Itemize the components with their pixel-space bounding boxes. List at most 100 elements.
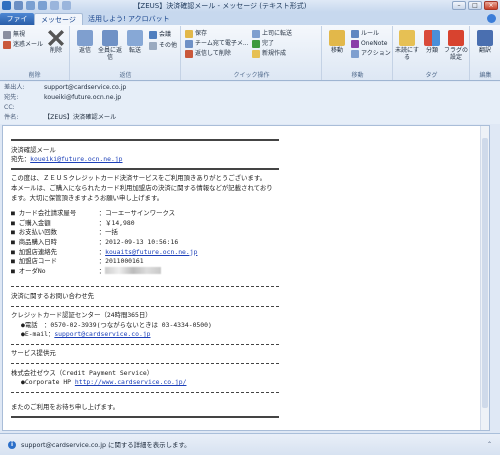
meeting-button[interactable]: 会議 — [149, 30, 171, 39]
move-button[interactable]: 移動 — [325, 30, 349, 54]
reply-button[interactable]: 返信 — [73, 30, 97, 54]
email-body: 決済確認メール 宛先：koueiki@future.ocn.ne.jp この度は… — [11, 136, 279, 423]
cc-row: CC: — [4, 103, 44, 113]
actions-icon — [351, 49, 359, 58]
more-respond-button[interactable]: その他 — [149, 41, 177, 50]
detail-label: 加盟店コード — [18, 257, 58, 266]
detail-label: 商品購入日時 — [18, 237, 58, 246]
detail-label: カード会社請求屋号 — [18, 209, 77, 218]
move-folder-icon — [329, 30, 345, 46]
corporate-url-link[interactable]: http://www.cardservice.co.jp/ — [75, 378, 187, 386]
onenote-icon — [351, 39, 359, 48]
separator — [11, 359, 279, 369]
message-body-pane[interactable]: 決済確認メール 宛先：koueiki@future.ocn.ne.jp この度は… — [2, 125, 490, 431]
onenote-button[interactable]: OneNote — [351, 39, 387, 48]
separator — [11, 165, 279, 175]
bullet-icon: ■ — [11, 247, 19, 256]
minimize-button[interactable]: – — [452, 1, 466, 10]
close-button[interactable]: × — [484, 1, 498, 10]
intro-text: 本メールは、ご購入になられたカード利用加盟店の決済に関する情報などが記載されてお… — [11, 183, 273, 202]
quickstep-reply-delete[interactable]: 返信して削除 — [185, 49, 231, 58]
edit-group-label: 編集 — [479, 72, 492, 79]
quickstep-save[interactable]: 保存 — [185, 29, 207, 38]
quickstep-forward-boss[interactable]: 上司に転送 — [252, 29, 292, 38]
subject-row: 件名: 【ZEUS】決済確認メール — [4, 113, 116, 123]
chevron-up-icon[interactable]: ⌃ — [487, 441, 494, 448]
respond-group-label: 返信 — [119, 72, 132, 79]
tags-group-label: タグ — [425, 72, 438, 79]
tags-group: 未読にする 分類 フラグの設定 タグ — [394, 26, 470, 80]
bullet-icon: ■ — [11, 257, 19, 266]
flag-icon — [448, 30, 464, 46]
junk-button[interactable]: 迷惑メール — [3, 40, 43, 49]
categorize-button[interactable]: 分類 — [420, 30, 444, 54]
info-icon: i — [8, 441, 16, 449]
bullet-icon: ■ — [11, 237, 19, 246]
help-icon[interactable] — [487, 14, 496, 23]
maximize-button[interactable]: □ — [468, 1, 482, 10]
payment-detail-row: ■ 加盟店連絡先 ：kouaits@future.ocn.ne.jp — [11, 248, 279, 258]
tab-file[interactable]: ファイル — [0, 13, 34, 35]
detail-value: 一括 — [105, 228, 118, 237]
greeting-text: この度は、ＺＥＵＳクレジットカード決済サービスをご利用頂きありがとうございます。 — [11, 174, 266, 183]
translate-icon — [477, 30, 493, 46]
payment-details-list: ■ カード会社請求屋号 ：コーエーサインワークス ■ ご購入金額 ：￥14,980 ■ … — [11, 209, 279, 276]
subject-value: 【ZEUS】決済確認メール — [44, 114, 117, 121]
checkmark-icon — [252, 39, 260, 48]
provider-name: 株式会社ゼウス（Credit Payment Service） — [11, 368, 154, 377]
quick-steps-group: 保存 上司に転送 チーム宛て電子メ... 完了 返信して削除 新規作成 クイック… — [182, 26, 322, 80]
payment-detail-row: ■ 商品購入日時 ：2012-09-13 10:56:16 — [11, 238, 279, 248]
quickstep-team-email[interactable]: チーム宛て電子メ... — [185, 39, 249, 48]
payment-detail-row: ■ お支払い回数 ：一括 — [11, 228, 279, 238]
scrollbar-thumb[interactable] — [482, 138, 488, 408]
subject-label: 件名: — [4, 114, 19, 121]
mark-unread-button[interactable]: 未読にする — [394, 30, 420, 61]
window-title: 【ZEUS】決済確認メール - メッセージ (テキスト形式) — [133, 2, 307, 10]
actions-button[interactable]: アクション — [351, 49, 391, 58]
translate-button[interactable]: 翻訳 — [473, 30, 497, 54]
rules-icon — [351, 29, 359, 38]
bullet-icon: ■ — [11, 209, 19, 218]
detail-label: 加盟店連絡先 — [18, 247, 58, 256]
from-row: 差出人: support@cardservice.co.jp — [4, 83, 126, 93]
payment-detail-row: ■ カード会社請求屋号 ：コーエーサインワークス — [11, 209, 279, 219]
separator — [11, 302, 279, 312]
detail-value: 2011000161 — [105, 257, 144, 266]
support-email-link[interactable]: support@cardservice.co.jp — [54, 330, 150, 338]
recipient-link[interactable]: koueiki@future.ocn.ne.jp — [30, 155, 122, 163]
to-value[interactable]: koueiki@future.ocn.ne.jp — [44, 93, 121, 103]
separator — [11, 282, 279, 292]
detail-label: オーダNo — [18, 266, 46, 275]
quickstep-done[interactable]: 完了 — [252, 39, 274, 48]
recipient-line: 宛先：koueiki@future.ocn.ne.jp — [11, 155, 279, 165]
from-value[interactable]: support@cardservice.co.jp — [44, 83, 126, 93]
center-name: クレジットカード認証センター（24時間365日） — [11, 311, 152, 320]
to-row: 宛先: koueiki@future.ocn.ne.jp — [4, 93, 121, 103]
bullet-icon: ■ — [11, 218, 19, 227]
detail-value — [105, 267, 162, 275]
rules-button[interactable]: ルール — [351, 29, 379, 38]
detail-value[interactable]: kouaits@future.ocn.ne.jp — [105, 248, 197, 256]
quickstep-new[interactable]: 新規作成 — [252, 49, 286, 58]
follow-up-button[interactable]: フラグの設定 — [444, 30, 468, 61]
folder-icon — [185, 29, 193, 38]
people-pane[interactable]: i support@cardservice.co.jp に関する詳細を表示します… — [0, 433, 500, 455]
tab-message[interactable]: メッセージ — [34, 13, 83, 25]
forward-icon — [127, 30, 143, 46]
cc-label: CC: — [4, 104, 15, 111]
junk-icon — [3, 40, 11, 49]
provider-heading: サービス提供元 — [11, 349, 56, 358]
forward-button[interactable]: 転送 — [123, 30, 147, 54]
ignore-button[interactable]: 無視 — [3, 30, 25, 39]
new-icon — [252, 49, 260, 58]
delete-button[interactable]: 削除 — [44, 30, 68, 54]
edit-group: 翻訳 編集 — [471, 26, 500, 80]
categorize-icon — [424, 30, 440, 46]
team-email-icon — [185, 39, 193, 48]
reply-all-button[interactable]: 全員に返信 — [98, 30, 122, 61]
vertical-scrollbar[interactable] — [480, 126, 489, 430]
title-bar: 【ZEUS】決済確認メール - メッセージ (テキスト形式) – □ × — [0, 0, 500, 12]
email-title: 決済確認メール — [11, 145, 56, 154]
separator — [11, 340, 279, 350]
tab-acrobat[interactable]: 活用しよう! アクロバット — [82, 13, 176, 25]
